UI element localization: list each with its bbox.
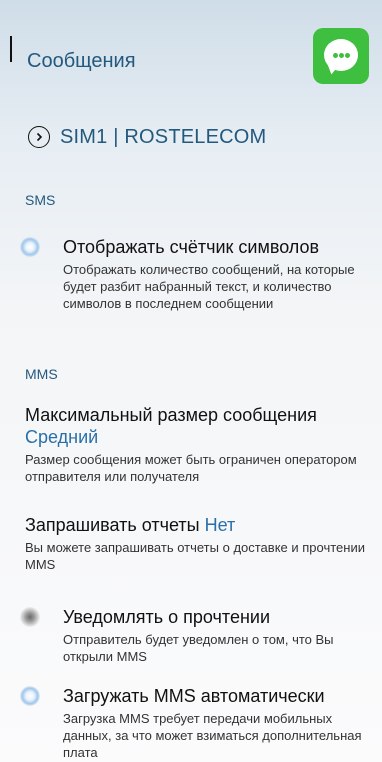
section-mms: MMS [25,366,58,382]
toggle-indicator-icon[interactable] [20,237,40,257]
page-title: Сообщения [27,50,136,72]
setting-value: Нет [204,515,236,535]
setting-title: Запрашивать отчеты [25,515,200,535]
setting-max-size[interactable]: Максимальный размер сообщения Средний Ра… [25,404,365,485]
setting-description: Вы можете запрашивать отчеты о доставке … [25,540,365,572]
setting-title: Загружать MMS автоматически [63,686,325,706]
messages-app-icon[interactable] [313,28,369,84]
sim-label: SIM1 | ROSTELECOM [60,125,267,148]
chevron-right-circle-icon [28,126,50,148]
setting-title: Уведомлять о прочтении [63,607,271,627]
setting-description: Загрузка MMS требует передачи мобильных … [63,711,362,760]
header: Сообщения [0,0,382,120]
setting-description: Отправитель будет уведомлен о том, что В… [63,632,334,664]
toggle-indicator-icon[interactable] [20,686,40,706]
setting-description: Отображать количество сообщений, на кото… [63,262,355,311]
setting-request-reports[interactable]: Запрашивать отчеты Нет Вы можете запраши… [25,514,365,573]
setting-title: Максимальный размер сообщения [25,405,317,425]
toggle-indicator-icon[interactable] [20,607,40,627]
setting-value: Средний [25,427,99,447]
setting-title: Отображать счётчик символов [63,237,320,257]
section-sms: SMS [25,192,56,208]
sim-selector[interactable]: SIM1 | ROSTELECOM [28,123,266,151]
setting-description: Размер сообщения может быть ограничен оп… [25,452,357,484]
